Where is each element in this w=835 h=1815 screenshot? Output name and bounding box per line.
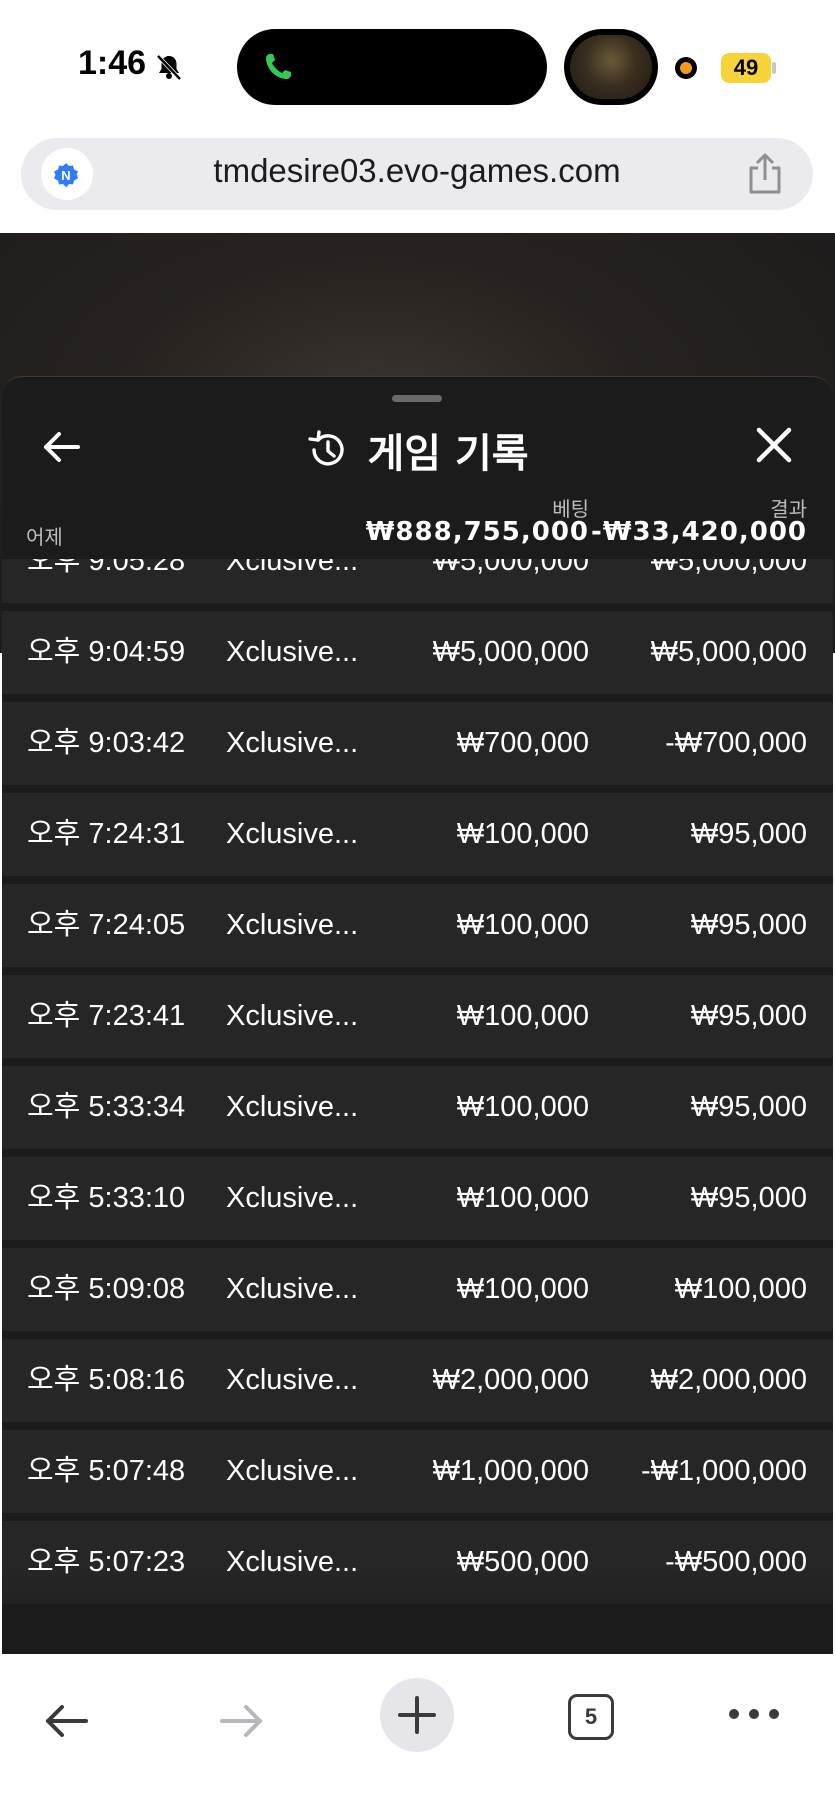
result-total: -₩33,420,000 bbox=[591, 517, 807, 547]
row-time: 오후 7:23:41 bbox=[27, 1000, 186, 1032]
history-row[interactable]: 오후 9:05:28 Xclusive... ₩5,000,000 ₩5,000… bbox=[2, 559, 833, 603]
address-bar[interactable]: N tmdesire03.evo-games.com bbox=[21, 138, 813, 210]
row-bet: ₩700,000 bbox=[456, 727, 589, 759]
row-game: Xclusive... bbox=[226, 818, 359, 850]
row-result: ₩5,000,000 bbox=[650, 636, 807, 668]
history-row[interactable]: 오후 5:07:48 Xclusive... ₩1,000,000 -₩1,00… bbox=[2, 1430, 833, 1513]
row-time: 오후 5:33:10 bbox=[27, 1182, 186, 1214]
dynamic-island-call[interactable] bbox=[237, 29, 547, 105]
row-bet: ₩100,000 bbox=[456, 1091, 589, 1123]
row-bet: ₩5,000,000 bbox=[432, 636, 589, 668]
history-row[interactable]: 오후 7:24:05 Xclusive... ₩100,000 ₩95,000 bbox=[2, 884, 833, 967]
history-row[interactable]: 오후 5:08:16 Xclusive... ₩2,000,000 ₩2,000… bbox=[2, 1339, 833, 1422]
phone-icon bbox=[266, 54, 291, 79]
more-icon[interactable] bbox=[726, 1704, 782, 1724]
row-result: ₩2,000,000 bbox=[650, 1364, 807, 1396]
back-icon[interactable] bbox=[42, 1696, 92, 1746]
history-row[interactable]: 오후 5:07:23 Xclusive... ₩500,000 -₩500,00… bbox=[2, 1521, 833, 1604]
row-time: 오후 9:05:28 bbox=[27, 559, 186, 577]
row-time: 오후 5:33:34 bbox=[27, 1091, 186, 1123]
row-game: Xclusive... bbox=[226, 559, 359, 577]
row-result: ₩95,000 bbox=[690, 1091, 807, 1123]
row-result: ₩95,000 bbox=[690, 818, 807, 850]
row-result: ₩5,000,000 bbox=[650, 559, 807, 577]
history-row[interactable]: 오후 9:03:42 Xclusive... ₩700,000 -₩700,00… bbox=[2, 702, 833, 785]
battery-indicator: 49 bbox=[721, 53, 771, 83]
row-bet: ₩5,000,000 bbox=[432, 559, 589, 577]
record-dot-icon bbox=[675, 57, 697, 79]
row-bet: ₩1,000,000 bbox=[432, 1455, 589, 1487]
url-text[interactable]: tmdesire03.evo-games.com bbox=[21, 152, 813, 190]
status-time: 1:46 bbox=[78, 44, 147, 82]
row-time: 오후 7:24:31 bbox=[27, 818, 186, 850]
browser-toolbar: 5 bbox=[0, 1654, 835, 1815]
forward-icon[interactable] bbox=[216, 1696, 266, 1746]
row-time: 오후 9:03:42 bbox=[27, 727, 186, 759]
row-result: ₩100,000 bbox=[674, 1273, 807, 1305]
row-result: ₩95,000 bbox=[690, 1000, 807, 1032]
row-game: Xclusive... bbox=[226, 1455, 359, 1487]
row-time: 오후 7:24:05 bbox=[27, 909, 186, 941]
row-result: -₩500,000 bbox=[665, 1546, 807, 1578]
row-bet: ₩100,000 bbox=[456, 909, 589, 941]
history-row[interactable]: 오후 7:24:31 Xclusive... ₩100,000 ₩95,000 bbox=[2, 793, 833, 876]
live-activity-thumbnail[interactable] bbox=[564, 29, 658, 105]
row-bet: ₩100,000 bbox=[456, 1182, 589, 1214]
history-row[interactable]: 오후 5:33:10 Xclusive... ₩100,000 ₩95,000 bbox=[2, 1157, 833, 1240]
row-game: Xclusive... bbox=[226, 1546, 359, 1578]
row-game: Xclusive... bbox=[226, 1364, 359, 1396]
row-game: Xclusive... bbox=[226, 1000, 359, 1032]
row-time: 오후 5:09:08 bbox=[27, 1273, 186, 1305]
dealer-thumbnail bbox=[570, 35, 652, 99]
history-row[interactable]: 오후 5:09:08 Xclusive... ₩100,000 ₩100,000 bbox=[2, 1248, 833, 1331]
row-result: -₩1,000,000 bbox=[640, 1455, 807, 1487]
battery-tip bbox=[772, 62, 776, 74]
row-bet: ₩100,000 bbox=[456, 1000, 589, 1032]
sheet-grabber[interactable] bbox=[392, 395, 442, 402]
game-history-panel: 게임 기록 어제 베팅 결과 ₩888,755,000 -₩33,420,000… bbox=[2, 376, 833, 1655]
row-game: Xclusive... bbox=[226, 727, 359, 759]
row-game: Xclusive... bbox=[226, 1091, 359, 1123]
tabs-icon[interactable]: 5 bbox=[568, 1694, 614, 1740]
panel-header: 게임 기록 bbox=[2, 421, 833, 479]
row-game: Xclusive... bbox=[226, 1273, 359, 1305]
history-row[interactable]: 오후 5:33:34 Xclusive... ₩100,000 ₩95,000 bbox=[2, 1066, 833, 1149]
row-game: Xclusive... bbox=[226, 909, 359, 941]
history-row[interactable]: 오후 9:04:59 Xclusive... ₩5,000,000 ₩5,000… bbox=[2, 611, 833, 694]
row-bet: ₩2,000,000 bbox=[432, 1364, 589, 1396]
panel-title: 게임 기록 bbox=[367, 431, 529, 477]
status-bar: 1:46 49 bbox=[0, 0, 835, 130]
row-bet: ₩100,000 bbox=[456, 1273, 589, 1305]
row-bet: ₩500,000 bbox=[456, 1546, 589, 1578]
plus-icon bbox=[398, 1696, 436, 1734]
history-icon bbox=[308, 430, 345, 466]
row-time: 오후 9:04:59 bbox=[27, 636, 186, 668]
share-icon[interactable] bbox=[745, 152, 785, 196]
bet-total: ₩888,755,000 bbox=[365, 517, 589, 547]
history-row[interactable]: 오후 7:23:41 Xclusive... ₩100,000 ₩95,000 bbox=[2, 975, 833, 1058]
new-tab-button[interactable] bbox=[380, 1678, 454, 1752]
row-game: Xclusive... bbox=[226, 1182, 359, 1214]
close-icon[interactable] bbox=[754, 425, 794, 465]
row-time: 오후 5:07:48 bbox=[27, 1455, 186, 1487]
row-result: ₩95,000 bbox=[690, 1182, 807, 1214]
row-result: -₩700,000 bbox=[665, 727, 807, 759]
date-group-label: 어제 bbox=[26, 525, 63, 549]
row-bet: ₩100,000 bbox=[456, 818, 589, 850]
row-result: ₩95,000 bbox=[690, 909, 807, 941]
row-time: 오후 5:07:23 bbox=[27, 1546, 186, 1578]
row-game: Xclusive... bbox=[226, 636, 359, 668]
bell-slash-icon bbox=[156, 54, 182, 81]
history-list[interactable]: 오후 9:05:28 Xclusive... ₩5,000,000 ₩5,000… bbox=[2, 559, 833, 1655]
row-time: 오후 5:08:16 bbox=[27, 1364, 186, 1396]
